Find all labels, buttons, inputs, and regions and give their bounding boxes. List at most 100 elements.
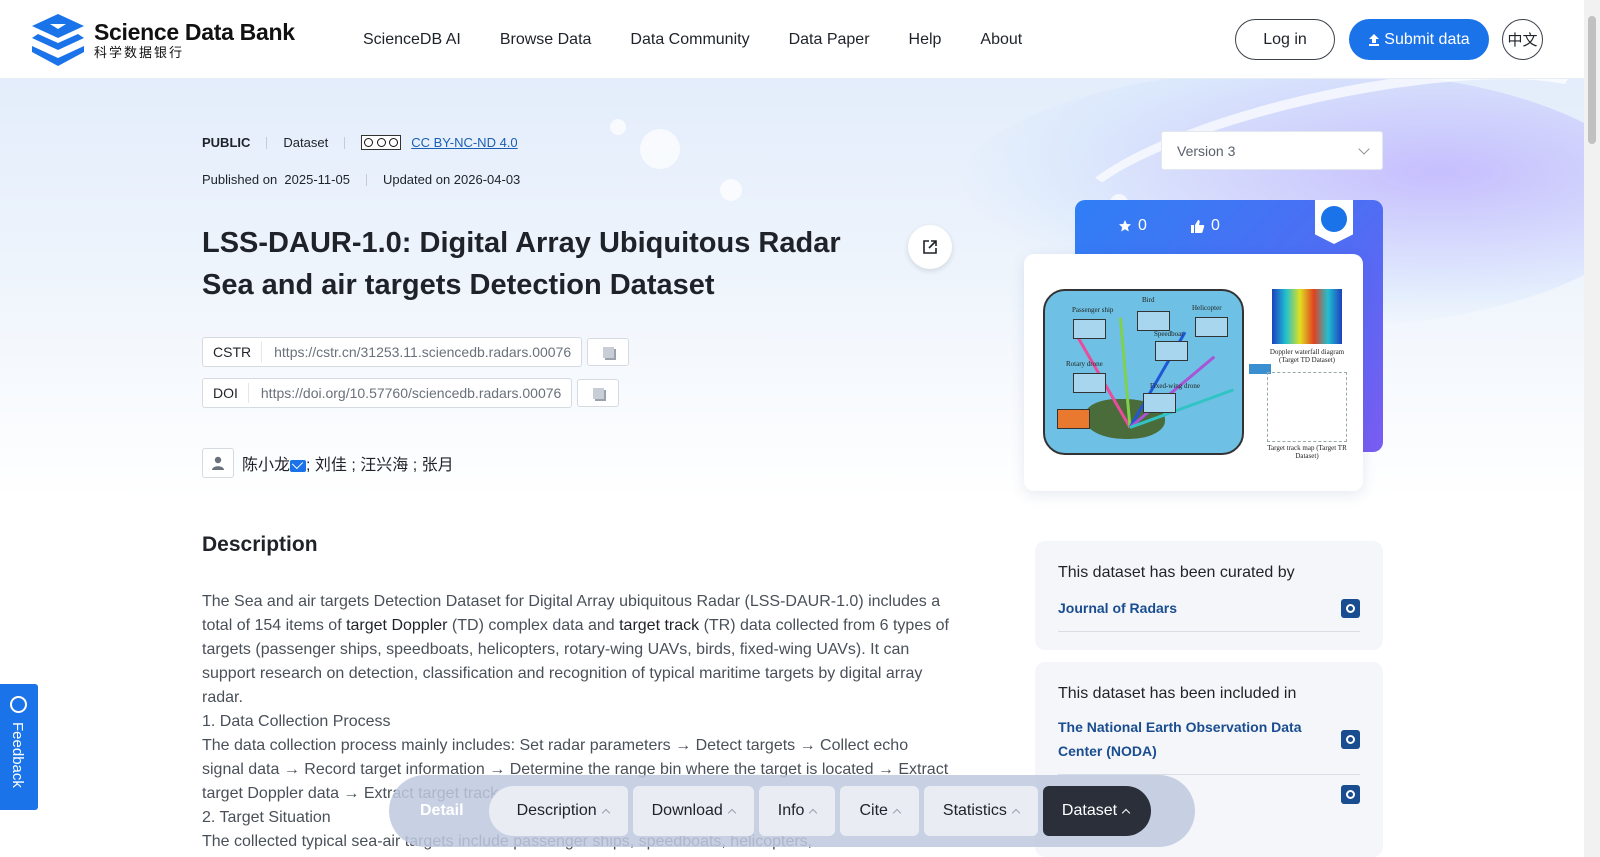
- version-value: Version 3: [1177, 142, 1236, 159]
- description-heading: Description: [202, 533, 318, 556]
- submit-data-label: Submit data: [1384, 30, 1470, 48]
- language-toggle[interactable]: 中文: [1502, 19, 1543, 60]
- chevron-up-icon: [601, 808, 610, 818]
- published-label: Published on: [202, 172, 278, 187]
- preview-caption: Speedboat: [1154, 330, 1184, 338]
- tab-label: Download: [651, 802, 723, 819]
- feedback-tab[interactable]: Feedback: [0, 684, 38, 810]
- thumbs-up-icon: [1191, 219, 1205, 233]
- chevron-up-icon: [892, 808, 902, 818]
- preview-caption: Target track map (Target TR Dataset): [1267, 444, 1347, 460]
- science-data-bank-logo-icon: [32, 14, 84, 66]
- preview-caption: Helicopter: [1192, 304, 1222, 312]
- copy-icon: [592, 387, 604, 399]
- section-nav-bar: Detail Description Download Info Cite St…: [389, 775, 1195, 847]
- upload-icon: [1369, 34, 1380, 46]
- included-heading: This dataset has been included in: [1058, 685, 1297, 702]
- nav-browse-data[interactable]: Browse Data: [500, 31, 592, 49]
- author-list[interactable]: ; 刘佳 ; 汪兴海 ; 张月: [306, 457, 454, 474]
- logo-title: Science Data Bank: [94, 19, 295, 45]
- nav-about[interactable]: About: [980, 31, 1022, 49]
- molecule-decoration: [610, 119, 626, 135]
- dataset-title: LSS-DAUR-1.0: Digital Array Ubiquitous R…: [202, 227, 841, 301]
- keyword-target-doppler: target Doppler: [346, 617, 448, 634]
- cstr-label: CSTR: [203, 342, 263, 362]
- tab-label: Dataset: [1061, 802, 1118, 819]
- keyword-target-track: target track: [619, 617, 700, 634]
- mail-icon[interactable]: [290, 459, 307, 472]
- nav-help[interactable]: Help: [909, 31, 942, 49]
- nav-data-paper[interactable]: Data Paper: [789, 31, 870, 49]
- like-count: 0: [1211, 217, 1220, 234]
- detail-label: Detail: [420, 802, 464, 819]
- chevron-up-icon: [1121, 808, 1131, 818]
- dataset-preview-image[interactable]: Passenger ship Bird Helicopter Speedboat…: [1024, 254, 1363, 491]
- chevron-down-icon: [1358, 143, 1370, 155]
- doi-label: DOI: [203, 383, 249, 403]
- resource-type: Dataset: [283, 135, 329, 150]
- tab-statistics[interactable]: Statistics: [923, 786, 1038, 836]
- chevron-up-icon: [1011, 808, 1021, 818]
- main-nav: ScienceDB AI Browse Data Data Community …: [363, 0, 1022, 79]
- cstr-value[interactable]: https://cstr.cn/31253.11.sciencedb.radar…: [262, 344, 581, 360]
- preview-caption: Doppler waterfall diagram (Target TD Dat…: [1269, 348, 1345, 364]
- preview-caption: Rotary drone: [1066, 360, 1103, 368]
- dates-row: Published on 2025-11-05 Updated on 2026-…: [202, 172, 520, 187]
- tab-info[interactable]: Info: [758, 786, 836, 836]
- visibility-badge: PUBLIC: [202, 135, 251, 150]
- login-button[interactable]: Log in: [1235, 19, 1335, 60]
- logo-subtitle: 科学数据银行: [94, 45, 185, 60]
- doi-field[interactable]: DOI https://doi.org/10.57760/sciencedb.r…: [202, 378, 573, 408]
- tab-cite[interactable]: Cite: [840, 786, 919, 836]
- cstr-row: CSTR https://cstr.cn/31253.11.sciencedb.…: [202, 337, 630, 367]
- external-link-icon: [923, 240, 937, 254]
- link-icon[interactable]: [1341, 729, 1360, 749]
- nav-data-community[interactable]: Data Community: [630, 31, 749, 49]
- doi-value[interactable]: https://doi.org/10.57760/sciencedb.radar…: [249, 385, 571, 401]
- top-header: Science Data Bank 科学数据银行 ScienceDB AI Br…: [0, 0, 1584, 79]
- authors-row: 陈小龙 ; 刘佳 ; 汪兴海 ; 张月: [202, 448, 454, 478]
- tab-dataset[interactable]: Dataset: [1042, 786, 1152, 836]
- curated-by-link[interactable]: Journal of Radars: [1058, 596, 1318, 620]
- site-logo[interactable]: Science Data Bank 科学数据银行: [30, 12, 295, 68]
- feedback-icon: [10, 696, 27, 713]
- included-in-link[interactable]: The National Earth Observation Data Cent…: [1058, 715, 1318, 763]
- copy-cstr-button[interactable]: [587, 338, 630, 366]
- nav-sciencedb-ai[interactable]: ScienceDB AI: [363, 31, 461, 49]
- desc-section-1: 1. Data Collection Process: [202, 713, 391, 730]
- scrollbar-thumb[interactable]: [1588, 16, 1596, 144]
- feedback-label: Feedback: [9, 722, 26, 788]
- share-button[interactable]: [908, 225, 952, 269]
- link-icon[interactable]: [1341, 785, 1360, 804]
- author-link[interactable]: 陈小龙: [242, 457, 290, 474]
- star-stat[interactable]: 0: [1118, 217, 1147, 235]
- preview-caption: Passenger ship: [1072, 306, 1114, 314]
- chevron-up-icon: [727, 808, 737, 818]
- like-stat[interactable]: 0: [1190, 217, 1220, 235]
- tab-download[interactable]: Download: [632, 786, 754, 836]
- chevron-up-icon: [809, 808, 818, 818]
- tab-description[interactable]: Description: [488, 786, 628, 836]
- molecule-decoration: [640, 129, 680, 169]
- tab-label: Cite: [859, 802, 888, 819]
- preview-caption: Fixed-wing drone: [1150, 382, 1200, 390]
- submit-data-button[interactable]: Submit data: [1349, 19, 1489, 60]
- page-scrollbar[interactable]: [1584, 0, 1600, 857]
- version-select[interactable]: Version 3: [1161, 131, 1383, 170]
- published-date: 2025-11-05: [284, 172, 350, 187]
- copy-doi-button[interactable]: [577, 379, 620, 407]
- tab-label: Description: [516, 802, 597, 819]
- updated-date: Updated on 2026-04-03: [382, 172, 521, 187]
- tab-label: Info: [777, 802, 805, 819]
- track-map-thumbnail: [1267, 372, 1347, 442]
- star-icon: [1119, 220, 1131, 232]
- link-icon[interactable]: [1341, 598, 1360, 618]
- desc-text: (TD) complex data and: [447, 617, 620, 634]
- cstr-field[interactable]: CSTR https://cstr.cn/31253.11.sciencedb.…: [202, 337, 583, 367]
- doi-row: DOI https://doi.org/10.57760/sciencedb.r…: [202, 378, 620, 408]
- license-link[interactable]: CC BY-NC-ND 4.0: [411, 135, 517, 150]
- star-count: 0: [1138, 217, 1147, 234]
- copy-icon: [602, 346, 614, 358]
- tab-label: Statistics: [942, 802, 1007, 819]
- curated-by-card: This dataset has been curated by Journal…: [1035, 541, 1383, 650]
